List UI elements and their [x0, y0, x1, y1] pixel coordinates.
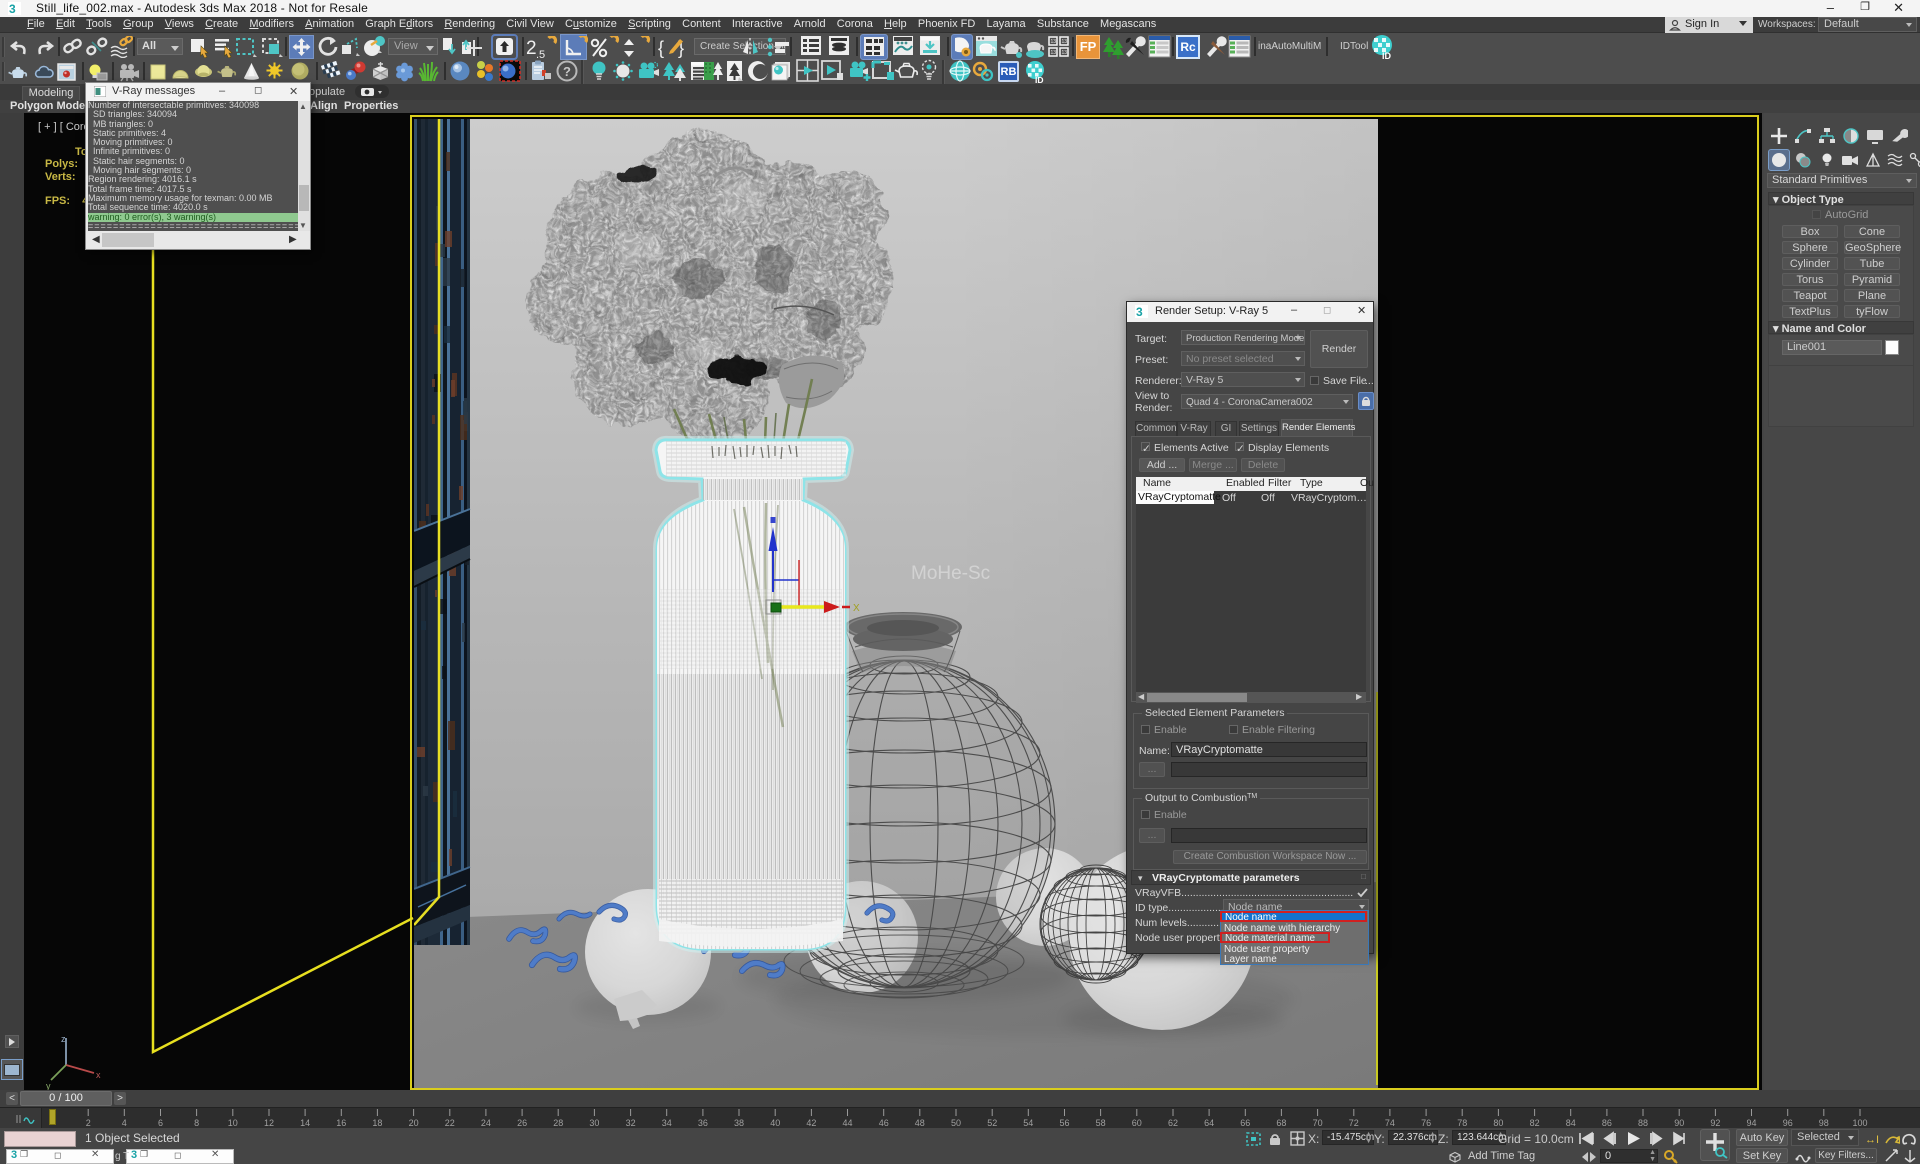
svg-text:10: 10	[228, 1118, 238, 1128]
svg-text:24: 24	[481, 1118, 491, 1128]
svg-text:28: 28	[553, 1118, 563, 1128]
svg-text:38: 38	[734, 1118, 744, 1128]
svg-text:42: 42	[806, 1118, 816, 1128]
svg-text:68: 68	[1276, 1118, 1286, 1128]
svg-text:74: 74	[1385, 1118, 1395, 1128]
svg-text:ID: ID	[1035, 75, 1044, 84]
svg-text:62: 62	[1168, 1118, 1178, 1128]
svg-text:98: 98	[1819, 1118, 1829, 1128]
svg-text:84: 84	[1566, 1118, 1576, 1128]
svg-text:2: 2	[526, 38, 537, 59]
svg-text:30: 30	[589, 1118, 599, 1128]
svg-text:22: 22	[445, 1118, 455, 1128]
svg-text:80: 80	[1493, 1118, 1503, 1128]
svg-text:14: 14	[300, 1118, 310, 1128]
svg-text:ID: ID	[1382, 51, 1392, 60]
svg-text:90: 90	[1674, 1118, 1684, 1128]
svg-text:X: X	[853, 603, 860, 614]
svg-text:92: 92	[1710, 1118, 1720, 1128]
svg-text:100: 100	[1852, 1118, 1867, 1128]
svg-text:18: 18	[372, 1118, 382, 1128]
svg-text:54: 54	[1023, 1118, 1033, 1128]
svg-text:2: 2	[86, 1118, 91, 1128]
svg-text:82: 82	[1530, 1118, 1540, 1128]
svg-text:66: 66	[1240, 1118, 1250, 1128]
svg-text:4: 4	[122, 1118, 127, 1128]
svg-text:64: 64	[1204, 1118, 1214, 1128]
svg-text:13: 13	[1051, 50, 1057, 56]
svg-text:72: 72	[1349, 1118, 1359, 1128]
svg-text:z: z	[61, 1034, 66, 1044]
svg-text:48: 48	[915, 1118, 925, 1128]
svg-text:32: 32	[626, 1118, 636, 1128]
svg-text:50: 50	[951, 1118, 961, 1128]
svg-text:88: 88	[1638, 1118, 1648, 1128]
svg-text:40: 40	[770, 1118, 780, 1128]
svg-text:44: 44	[842, 1118, 852, 1128]
svg-text:.5: .5	[536, 49, 545, 60]
svg-text:13: 13	[1051, 39, 1057, 45]
svg-text:20: 20	[409, 1118, 419, 1128]
svg-text:16: 16	[336, 1118, 346, 1128]
svg-text:6: 6	[158, 1118, 163, 1128]
svg-text:?: ?	[563, 64, 571, 79]
svg-text:70: 70	[1313, 1118, 1323, 1128]
svg-text:60: 60	[1132, 1118, 1142, 1128]
svg-text:34: 34	[662, 1118, 672, 1128]
svg-text:94: 94	[1746, 1118, 1756, 1128]
svg-text:76: 76	[1421, 1118, 1431, 1128]
svg-text:12: 12	[264, 1118, 274, 1128]
svg-text:86: 86	[1602, 1118, 1612, 1128]
svg-text:13: 13	[1062, 39, 1068, 45]
svg-text:3: 3	[9, 2, 16, 15]
svg-text:36: 36	[698, 1118, 708, 1128]
svg-text:26: 26	[517, 1118, 527, 1128]
svg-text:y: y	[46, 1081, 51, 1090]
svg-text:52: 52	[987, 1118, 997, 1128]
svg-text:46: 46	[879, 1118, 889, 1128]
svg-text:3: 3	[1136, 305, 1143, 318]
svg-text:78: 78	[1457, 1118, 1467, 1128]
svg-text:13: 13	[1062, 50, 1068, 56]
svg-text:8: 8	[194, 1118, 199, 1128]
svg-text:x: x	[96, 1070, 101, 1080]
svg-text:{: {	[658, 38, 664, 58]
svg-text:56: 56	[1059, 1118, 1069, 1128]
svg-text:↔I: ↔I	[1865, 1134, 1879, 1146]
svg-text:58: 58	[1096, 1118, 1106, 1128]
svg-text:96: 96	[1783, 1118, 1793, 1128]
